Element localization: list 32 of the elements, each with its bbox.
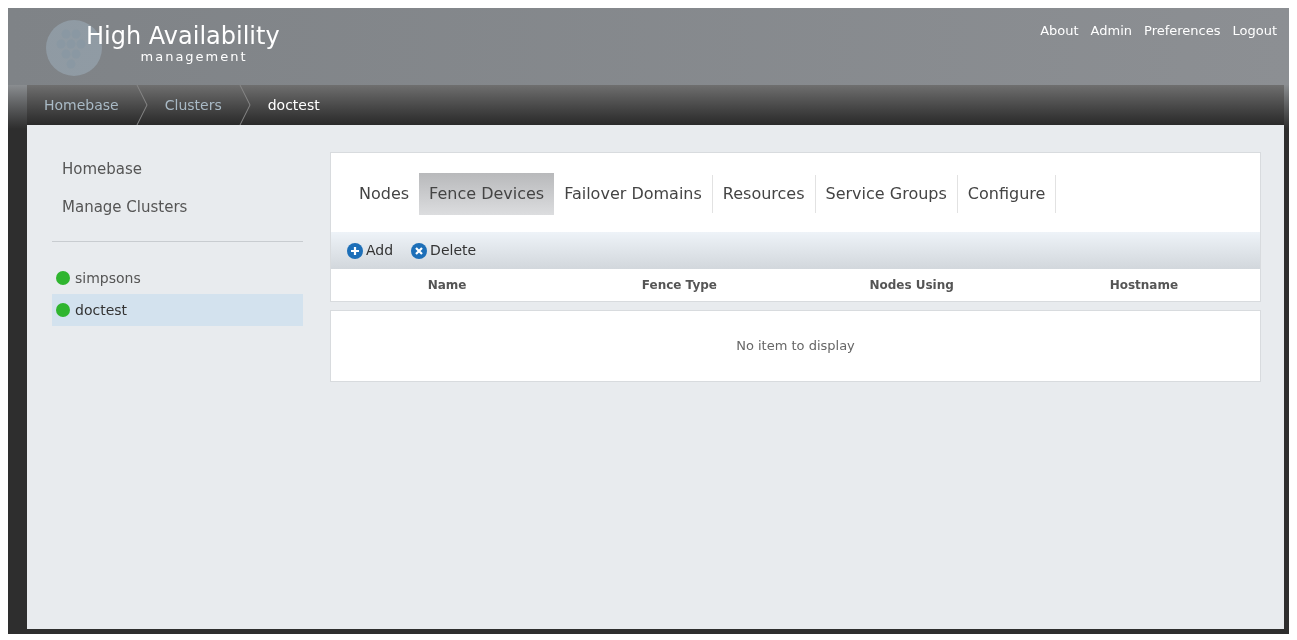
cluster-item[interactable]: simpsons — [52, 262, 303, 294]
tab[interactable]: Nodes — [349, 173, 420, 215]
tab[interactable]: Failover Domains — [554, 173, 712, 215]
close-icon — [411, 242, 428, 259]
tab[interactable]: Resources — [712, 173, 815, 215]
plus-icon — [347, 242, 363, 259]
column-header: Name — [427, 277, 467, 294]
toolbar-button[interactable]: Add — [347, 240, 394, 261]
toolbar-button[interactable]: Delete — [411, 240, 477, 261]
tab[interactable]: Configure — [957, 173, 1056, 215]
empty-message: No item to display — [736, 337, 855, 356]
sidebar-item[interactable]: Manage Clusters — [52, 189, 303, 227]
tab[interactable]: Service Groups — [815, 173, 957, 215]
breadcrumb-item[interactable]: doctest — [250, 94, 337, 116]
column-header: Hostname — [1109, 277, 1179, 294]
cluster-name: doctest — [75, 300, 128, 320]
header-link[interactable]: Logout — [1232, 21, 1277, 41]
header-link[interactable]: Admin — [1090, 21, 1132, 41]
app-subtitle: management — [140, 50, 249, 64]
header-link[interactable]: About — [1040, 21, 1079, 41]
column-header: Nodes Using — [869, 277, 954, 294]
app-title: High Availability — [86, 22, 280, 50]
header-link[interactable]: Preferences — [1144, 21, 1221, 41]
cluster-name: simpsons — [75, 268, 141, 288]
tab[interactable]: Fence Devices — [419, 173, 555, 215]
column-header: Fence Type — [641, 277, 717, 294]
breadcrumb-item[interactable]: Clusters — [147, 94, 239, 116]
sidebar-item[interactable]: Homebase — [52, 152, 303, 190]
chevron-separator-icon — [238, 85, 251, 125]
cluster-item[interactable]: doctest — [52, 294, 303, 326]
chevron-separator-icon — [135, 85, 148, 125]
breadcrumb-item[interactable]: Homebase — [27, 94, 136, 116]
